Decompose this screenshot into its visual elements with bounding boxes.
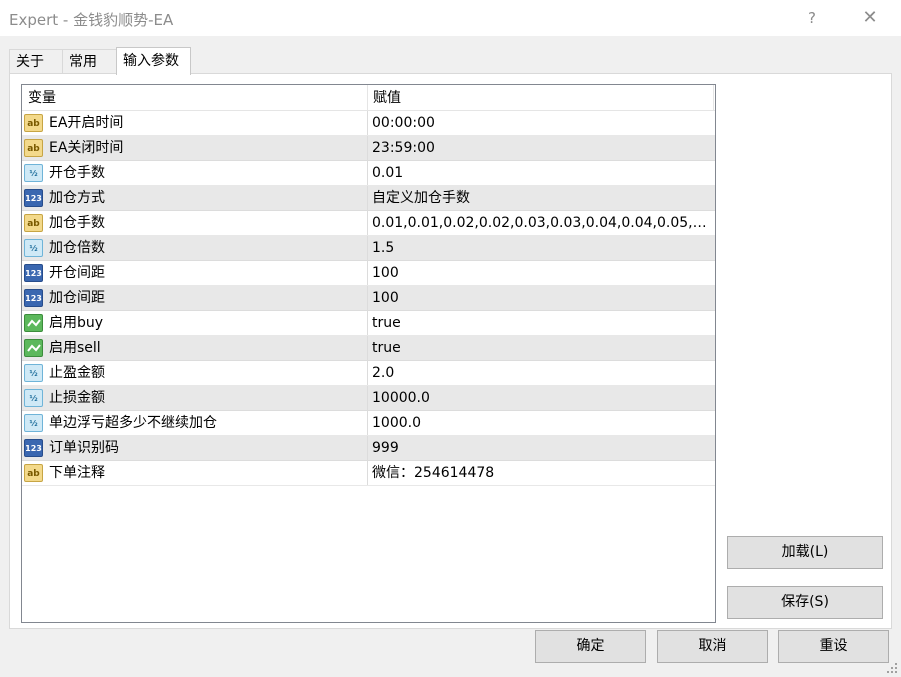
parameter-value[interactable]: true [372,311,712,335]
ok-button[interactable]: 确定 [535,630,646,663]
column-divider[interactable] [713,85,714,111]
parameter-row[interactable]: ab 下单注释 微信：254614478 [22,461,715,486]
window-title: Expert - 金钱豹顺势-EA [9,11,174,29]
parameter-name: 止损金额 [49,390,105,406]
close-button[interactable]: ✕ [856,4,884,32]
cell-divider [367,411,368,435]
parameter-row[interactable]: ½ 止损金额 10000.0 [22,386,715,411]
parameter-row[interactable]: ab 加仓手数 0.01,0.01,0.02,0.02,0.03,0.03,0.04… [22,211,715,236]
parameter-value[interactable]: 2.0 [372,361,712,385]
tab-inputs[interactable]: 输入参数 [116,47,191,75]
cell-divider [367,436,368,460]
cell-divider [367,261,368,285]
parameter-name: 开仓手数 [49,165,105,181]
bool-param-icon [24,339,43,357]
parameter-name: 单边浮亏超多少不继续加仓 [49,415,217,431]
parameter-value[interactable]: 100 [372,261,712,285]
double-param-icon: ½ [24,414,43,432]
cell-divider [367,336,368,360]
cancel-button[interactable]: 取消 [657,630,768,663]
parameter-row[interactable]: ab EA关闭时间 23:59:00 [22,136,715,161]
double-param-icon: ½ [24,364,43,382]
parameter-value[interactable]: 0.01,0.01,0.02,0.02,0.03,0.03,0.04,0.04,… [372,211,712,235]
string-param-icon: ab [24,114,43,132]
cell-divider [367,386,368,410]
double-param-icon: ½ [24,239,43,257]
parameter-value[interactable]: 00:00:00 [372,111,712,135]
help-button[interactable]: ? [798,4,826,32]
parameter-row[interactable]: 启用buy true [22,311,715,336]
integer-param-icon: 123 [24,189,43,207]
parameter-value[interactable]: 23:59:00 [372,136,712,160]
parameter-value[interactable]: 0.01 [372,161,712,185]
parameter-grid[interactable]: 变量 赋值 ab EA开启时间 00:00:00 ab EA关闭时间 23:59:00 ½ 开… [21,84,716,623]
cell-divider [367,186,368,210]
cell-divider [367,361,368,385]
parameter-row[interactable]: 123 加仓方式 自定义加仓手数 [22,186,715,211]
string-param-icon: ab [24,464,43,482]
parameter-row[interactable]: ½ 开仓手数 0.01 [22,161,715,186]
column-header-variable[interactable]: 变量 [28,85,56,111]
cell-divider [367,161,368,185]
parameter-value[interactable]: 1000.0 [372,411,712,435]
reset-button[interactable]: 重设 [778,630,889,663]
grid-header: 变量 赋值 [22,85,715,111]
parameter-name: 启用buy [49,315,104,331]
parameter-name: EA开启时间 [49,115,124,131]
integer-param-icon: 123 [24,264,43,282]
save-button[interactable]: 保存(S) [727,586,883,619]
string-param-icon: ab [24,214,43,232]
parameter-value[interactable]: 自定义加仓手数 [372,186,712,210]
cell-divider [367,311,368,335]
parameter-value[interactable]: true [372,336,712,360]
parameter-value[interactable]: 100 [372,286,712,310]
parameter-name: 开仓间距 [49,265,105,281]
parameter-name: 加仓间距 [49,290,105,306]
cell-divider [367,111,368,135]
parameter-value[interactable]: 微信：254614478 [372,461,712,485]
parameter-row[interactable]: ½ 止盈金额 2.0 [22,361,715,386]
parameter-row[interactable]: 启用sell true [22,336,715,361]
parameter-row[interactable]: 123 加仓间距 100 [22,286,715,311]
parameter-name: 加仓手数 [49,215,105,231]
parameter-row[interactable]: ½ 单边浮亏超多少不继续加仓 1000.0 [22,411,715,436]
integer-param-icon: 123 [24,289,43,307]
parameter-row[interactable]: 123 订单识别码 999 [22,436,715,461]
tab-common[interactable]: 常用 [62,49,117,74]
tab-about[interactable]: 关于 [9,49,63,74]
parameter-value[interactable]: 1.5 [372,236,712,260]
resize-grip-icon[interactable] [884,660,898,674]
parameter-name: 启用sell [49,340,101,356]
parameter-name: 下单注释 [49,465,105,481]
parameter-name: 加仓方式 [49,190,105,206]
parameter-name: 订单识别码 [49,440,119,456]
string-param-icon: ab [24,139,43,157]
parameter-value[interactable]: 10000.0 [372,386,712,410]
double-param-icon: ½ [24,389,43,407]
parameter-name: EA关闭时间 [49,140,124,156]
parameter-name: 止盈金额 [49,365,105,381]
parameter-row[interactable]: ab EA开启时间 00:00:00 [22,111,715,136]
cell-divider [367,236,368,260]
parameter-name: 加仓倍数 [49,240,105,256]
column-divider[interactable] [367,85,368,111]
title-bar: Expert - 金钱豹顺势-EA ? ✕ [0,0,901,36]
column-header-value[interactable]: 赋值 [373,85,401,111]
cell-divider [367,461,368,485]
cell-divider [367,211,368,235]
double-param-icon: ½ [24,164,43,182]
load-button[interactable]: 加载(L) [727,536,883,569]
parameter-row[interactable]: 123 开仓间距 100 [22,261,715,286]
parameter-row[interactable]: ½ 加仓倍数 1.5 [22,236,715,261]
cell-divider [367,286,368,310]
parameter-value[interactable]: 999 [372,436,712,460]
tab-panel: 变量 赋值 ab EA开启时间 00:00:00 ab EA关闭时间 23:59:00 ½ 开… [9,73,892,629]
cell-divider [367,136,368,160]
bool-param-icon [24,314,43,332]
integer-param-icon: 123 [24,439,43,457]
